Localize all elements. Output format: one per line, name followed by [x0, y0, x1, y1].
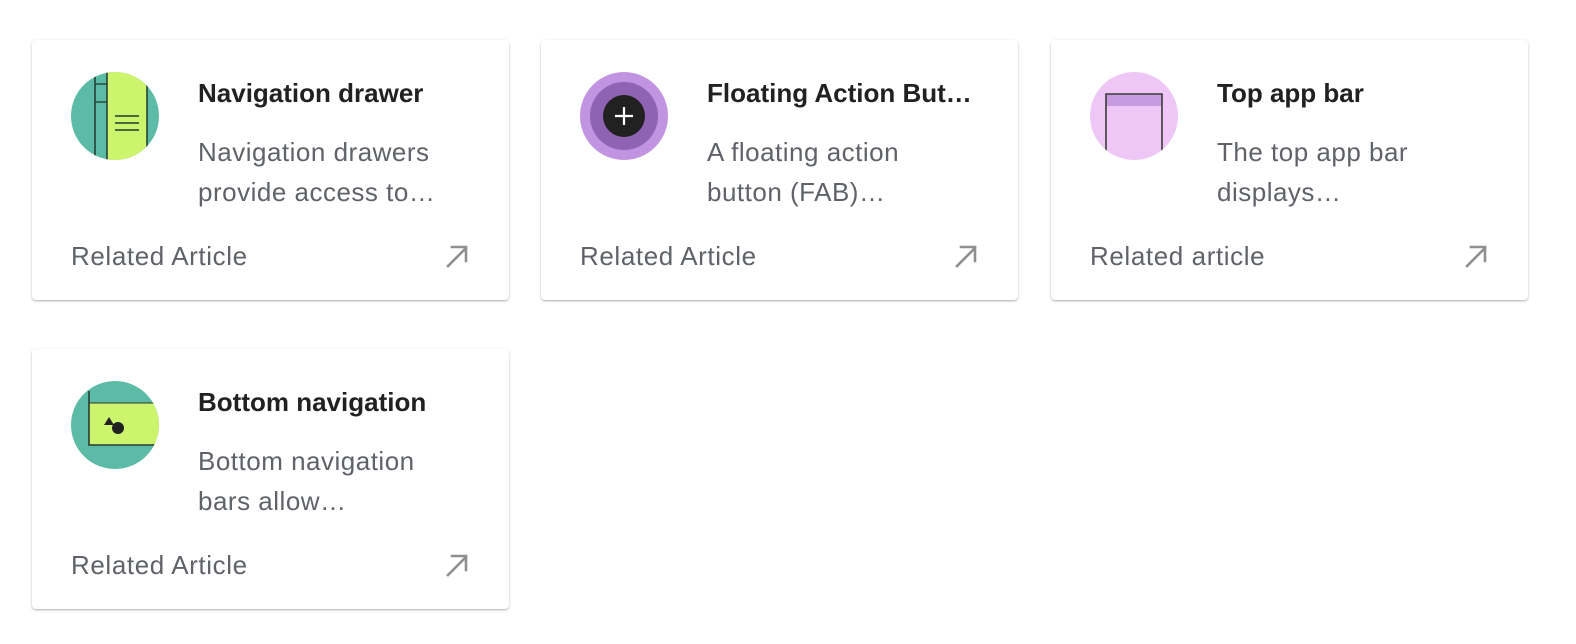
- related-article-label: Related Article: [580, 240, 757, 271]
- card-title: Navigation drawer: [198, 78, 424, 108]
- article-card-navigation-drawer[interactable]: Navigation drawer Navigation drawers pro…: [32, 40, 509, 300]
- related-article-label: Related article: [1090, 240, 1266, 271]
- arrow-outward-icon: [446, 245, 468, 268]
- related-article-link[interactable]: Related Article: [71, 236, 471, 276]
- article-card-floating-action-button[interactable]: Floating Action But… A floating action b…: [541, 40, 1018, 300]
- card-description: Navigation drawers provide access to…: [198, 137, 436, 207]
- arrow-outward-icon: [1465, 245, 1487, 268]
- related-article-link[interactable]: Related Article: [580, 236, 980, 276]
- article-card-bottom-navigation[interactable]: Bottom navigation Bottom navigation bars…: [32, 349, 509, 609]
- related-article-label: Related Article: [71, 549, 248, 580]
- card-description: A floating action button (FAB)…: [707, 137, 900, 207]
- top-app-bar-thumbnail-icon: [1090, 72, 1178, 160]
- arrow-outward-icon: [955, 245, 977, 268]
- arrow-outward-icon: [446, 554, 468, 577]
- article-card-top-app-bar[interactable]: Top app bar The top app bar displays… Re…: [1051, 40, 1528, 300]
- related-article-link[interactable]: Related Article: [71, 545, 471, 585]
- navigation-drawer-thumbnail-icon: [71, 72, 159, 160]
- card-title: Floating Action But…: [707, 78, 972, 108]
- related-article-link[interactable]: Related article: [1090, 236, 1490, 276]
- card-description: Bottom navigation bars allow…: [198, 446, 415, 516]
- card-title: Top app bar: [1217, 78, 1364, 108]
- related-article-label: Related Article: [71, 240, 248, 271]
- card-title: Bottom navigation: [198, 387, 427, 417]
- bottom-navigation-thumbnail-icon: [71, 381, 159, 469]
- fab-thumbnail-icon: [580, 72, 668, 160]
- card-description: The top app bar displays…: [1217, 137, 1409, 207]
